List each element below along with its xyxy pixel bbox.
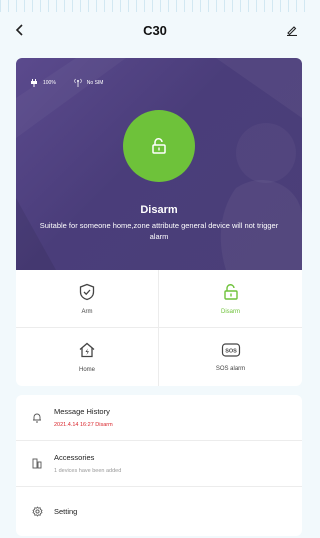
unlock-icon xyxy=(152,138,166,154)
mode-disarm-button[interactable]: Disarm xyxy=(159,270,302,328)
accessories-count: 1 devices have been added xyxy=(54,468,122,474)
setting-title: Setting xyxy=(54,507,78,516)
current-mode-label: Disarm xyxy=(140,204,178,216)
signal-antenna-icon xyxy=(74,78,82,87)
accessories-title: Accessories xyxy=(54,453,95,462)
accessories-icon xyxy=(30,457,44,471)
house-bolt-icon xyxy=(79,342,95,358)
security-status-card: 100% No SIM Disarm Suitable for someone … xyxy=(16,58,302,386)
mode-arm-label: Arm xyxy=(81,308,93,315)
chevron-left-icon xyxy=(15,24,23,36)
mode-grid: Arm Disarm Home SOS SOS alarm xyxy=(16,270,302,386)
svg-text:SOS: SOS xyxy=(225,348,237,354)
sim-status: No SIM xyxy=(86,79,104,86)
back-button[interactable] xyxy=(8,18,32,42)
status-hero: 100% No SIM Disarm Suitable for someone … xyxy=(16,58,302,270)
message-history-item[interactable]: Message History 2021.4.14 16:27 Disarm xyxy=(16,395,302,441)
app-header: C30 xyxy=(0,12,310,48)
setting-item[interactable]: Setting xyxy=(16,487,302,536)
bell-icon xyxy=(30,411,44,425)
mode-sos-label: SOS alarm xyxy=(215,366,246,372)
accessories-item[interactable]: Accessories 1 devices have been added xyxy=(16,441,302,487)
mode-disarm-label: Disarm xyxy=(221,308,240,315)
mode-description: Suitable for someone home,zone attribute… xyxy=(39,221,279,241)
mode-home-button[interactable]: Home xyxy=(16,328,159,386)
power-plug-icon xyxy=(31,79,37,87)
edit-button[interactable] xyxy=(280,18,304,42)
menu-list: Message History 2021.4.14 16:27 Disarm A… xyxy=(16,395,302,536)
status-strip xyxy=(0,0,310,12)
shield-check-icon xyxy=(79,283,95,300)
mode-home-label: Home xyxy=(78,367,95,373)
mode-sos-button[interactable]: SOS SOS alarm xyxy=(159,328,302,386)
disarm-status-button[interactable] xyxy=(123,110,195,182)
mode-arm-button[interactable]: Arm xyxy=(16,270,159,328)
sos-icon: SOS xyxy=(221,343,240,357)
page-title: C30 xyxy=(143,22,167,38)
battery-level: 100% xyxy=(43,79,56,86)
device-status-bar: 100% No SIM xyxy=(30,78,103,87)
message-history-last: 2021.4.14 16:27 Disarm xyxy=(54,422,113,428)
unlock-icon xyxy=(223,283,238,300)
gear-icon xyxy=(30,505,44,519)
pencil-icon xyxy=(287,26,297,36)
message-history-title: Message History xyxy=(54,407,110,416)
